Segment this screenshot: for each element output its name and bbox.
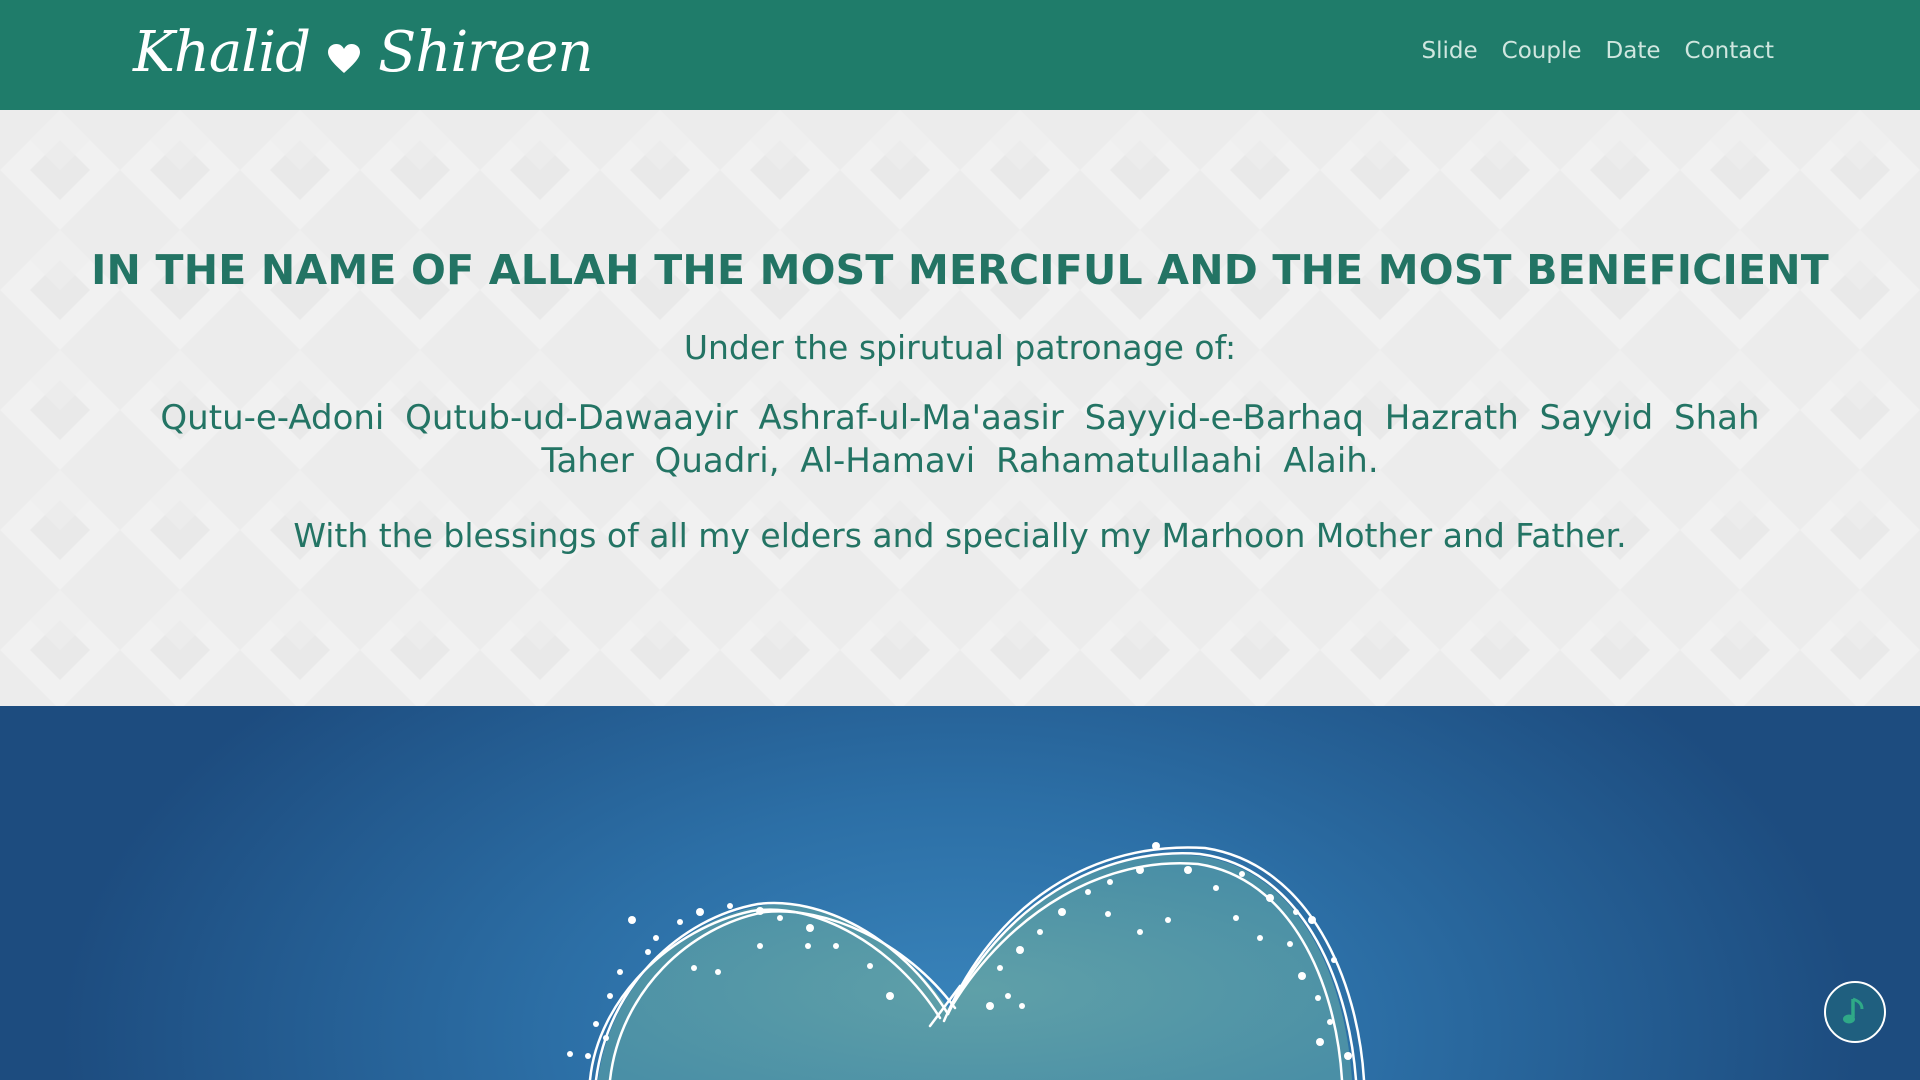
navbar: Khalid Shireen Slide Couple Date Contact (0, 0, 1920, 110)
heart-icon (327, 44, 360, 73)
patronage-label: Under the spirutual patronage of: (683, 328, 1237, 367)
sparkle-heart-illustration (567, 842, 1366, 1080)
brand-logo[interactable]: Khalid Shireen (133, 12, 593, 92)
intro-section: IN THE NAME OF ALLAH THE MOST MERCIFUL A… (0, 110, 1920, 706)
brand-second-name: Shireen (377, 19, 593, 85)
brand-first-name: Khalid (133, 19, 311, 85)
nav-menu: Slide Couple Date Contact (1422, 38, 1774, 64)
nav-link-date[interactable]: Date (1606, 38, 1661, 64)
invocation-heading: IN THE NAME OF ALLAH THE MOST MERCIFUL A… (91, 246, 1829, 294)
nav-link-slide[interactable]: Slide (1422, 38, 1478, 64)
nav-link-couple[interactable]: Couple (1502, 38, 1582, 64)
nav-link-contact[interactable]: Contact (1685, 38, 1774, 64)
patronage-names: Qutu-e-Adoni Qutub-ud-Dawaayir Ashraf-ul… (160, 398, 1760, 481)
blessings-text: With the blessings of all my elders and … (293, 516, 1627, 555)
music-note-icon (1843, 997, 1864, 1024)
hero-banner (0, 706, 1920, 1080)
music-toggle-button[interactable] (1824, 981, 1886, 1043)
